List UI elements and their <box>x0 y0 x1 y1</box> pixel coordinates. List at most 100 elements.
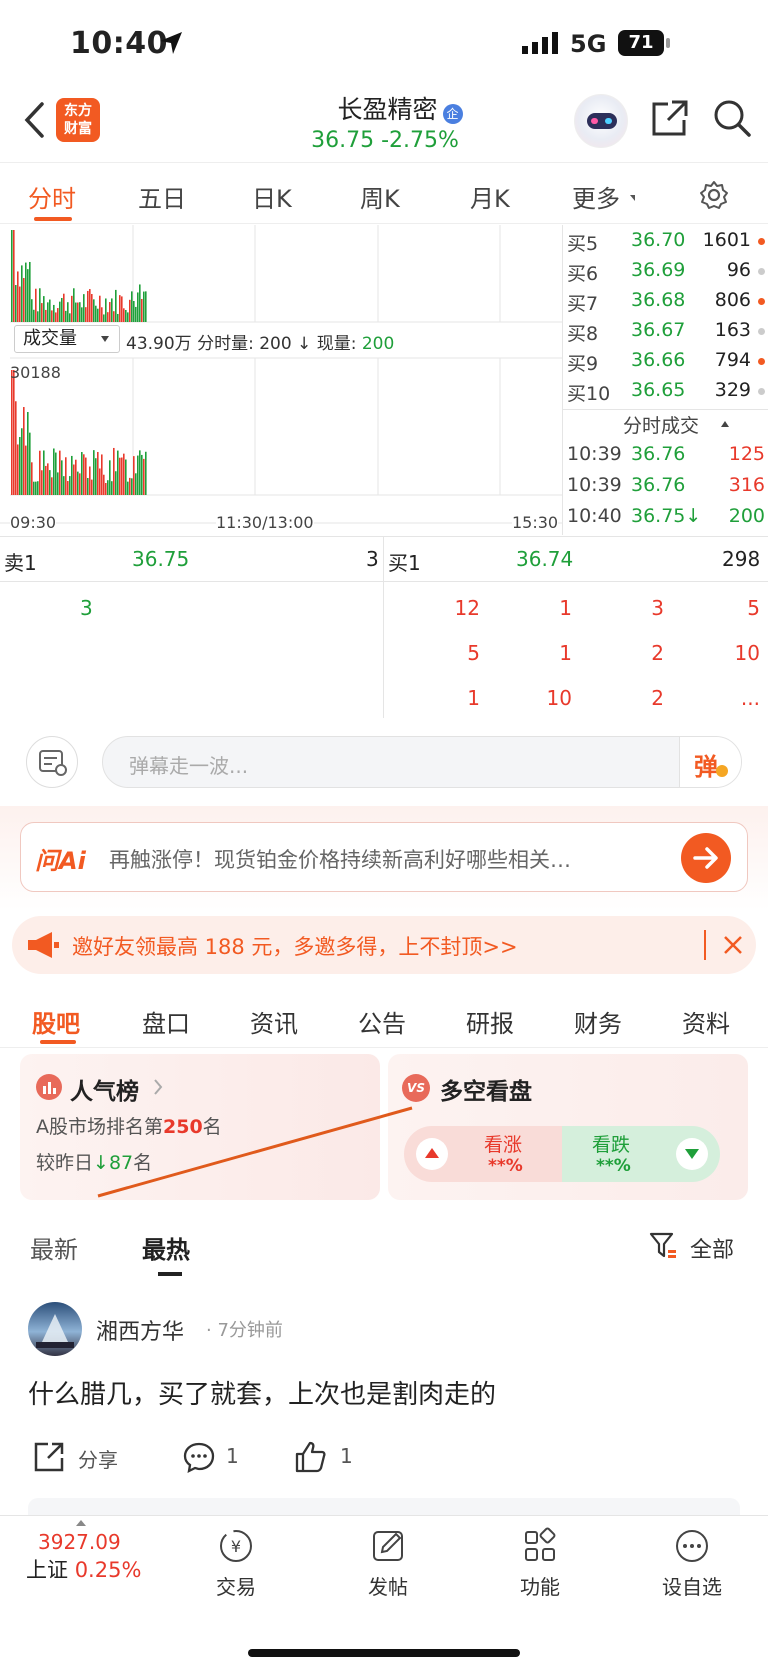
volume-bar <box>23 278 25 322</box>
tab-finance[interactable]: 财务 <box>574 1004 622 1039</box>
volume-bar <box>87 290 89 322</box>
volume-bar <box>141 298 143 322</box>
tab-research[interactable]: 研报 <box>466 1004 514 1039</box>
queue-buy-item: 2 <box>651 641 664 665</box>
volume-bar <box>61 460 63 495</box>
dot-icon <box>758 238 765 245</box>
volume-bar <box>59 450 61 495</box>
bid-label: 买8 <box>567 323 599 345</box>
volume-bar <box>133 456 135 495</box>
volume-bar <box>95 458 97 495</box>
volume-bar <box>89 289 91 322</box>
best-quote: 卖1 36.75 3 买1 36.74 298 <box>0 536 768 583</box>
volume-bar <box>13 230 15 322</box>
nav-post[interactable]: 发帖 <box>338 1526 438 1600</box>
x-label-midday: 11:30/13:00 <box>216 513 314 532</box>
share-label[interactable]: 分享 <box>78 1444 118 1473</box>
danmu-send-button[interactable]: 弹 <box>679 737 741 787</box>
arrow-right-icon[interactable] <box>681 833 731 883</box>
volume-bar <box>81 307 83 322</box>
network-type: 5G <box>570 30 607 58</box>
volume-bar <box>37 311 39 322</box>
tab-pankou[interactable]: 盘口 <box>142 1004 190 1039</box>
tab-news[interactable]: 资讯 <box>250 1004 298 1039</box>
tab-announcements[interactable]: 公告 <box>358 1004 406 1039</box>
settings-gear-icon[interactable] <box>698 179 730 211</box>
tab-latest[interactable]: 最新 <box>30 1230 78 1265</box>
volume-bar <box>129 477 131 495</box>
post-item[interactable]: 湘西方华 · 7分钟前 什么腊几，买了就套，上次也是割肉走的 分享 1 1 <box>0 1290 768 1518</box>
tab-profile[interactable]: 资料 <box>682 1004 730 1039</box>
dot-icon <box>758 268 765 275</box>
close-icon[interactable] <box>722 934 744 956</box>
post-author[interactable]: 湘西方华 <box>96 1314 184 1346</box>
intraday-chart[interactable]: 成交量 43.90万 分时量: 200 ↓ 现量: 200 30188 09:3… <box>0 225 562 535</box>
filter-label[interactable]: 全部 <box>690 1232 734 1264</box>
like-icon[interactable] <box>294 1440 328 1474</box>
tick-volume: 125 <box>728 443 765 465</box>
volume-max-label: 30188 <box>10 363 61 382</box>
post-content[interactable]: 什么腊几，买了就套，上次也是割肉走的 <box>28 1374 496 1411</box>
volume-bar <box>121 457 123 495</box>
volume-bar <box>15 401 17 495</box>
index-name: 上证 <box>26 1558 68 1582</box>
brand-logo[interactable]: 东方 财富 <box>56 98 100 142</box>
tab-daily-k[interactable]: 日K <box>252 179 292 214</box>
tab-monthly-k[interactable]: 月K <box>470 179 510 214</box>
volume-bar <box>31 462 33 495</box>
volume-bar <box>55 312 57 322</box>
volume-bar <box>27 269 29 322</box>
ticks-header[interactable]: 分时成交 <box>623 411 699 438</box>
status-time: 10:40 <box>70 26 168 61</box>
nav-functions[interactable]: 功能 <box>490 1526 590 1600</box>
back-icon[interactable] <box>22 100 46 140</box>
bid-volume: 806 <box>714 289 751 311</box>
avatar[interactable] <box>28 1302 82 1356</box>
share-icon[interactable] <box>650 98 690 138</box>
danmu-input[interactable]: 弹幕走一波... 弹 <box>102 736 742 788</box>
chart-canvas <box>0 225 562 524</box>
volume-bar <box>29 261 31 322</box>
ai-robot-icon[interactable] <box>574 94 628 148</box>
news-tab-indicator <box>40 1040 76 1044</box>
sell1-label: 卖1 <box>4 551 37 575</box>
bid-volume: 96 <box>726 259 751 281</box>
volume-bar <box>47 463 49 495</box>
tab-five-day[interactable]: 五日 <box>138 179 186 214</box>
volume-bar <box>67 481 69 495</box>
volume-bar <box>97 451 99 495</box>
more-caret-icon <box>630 195 635 201</box>
home-indicator <box>248 1649 520 1657</box>
tab-weekly-k[interactable]: 周K <box>360 179 400 214</box>
nav-trade[interactable]: ¥ 交易 <box>186 1526 286 1600</box>
invite-banner[interactable]: 邀好友领最高 188 元，多邀多得，上不封顶>> <box>12 916 756 974</box>
tab-guba[interactable]: 股吧 <box>32 1004 80 1039</box>
expand-icon <box>76 1520 86 1526</box>
tab-indicator <box>34 217 72 221</box>
ask-ai-bar[interactable]: 问Ai 再触涨停！现货铂金价格持续新高利好哪些相关… <box>20 822 748 892</box>
stock-price: 36.75 <box>311 128 375 153</box>
danmu-settings-icon[interactable] <box>26 736 78 788</box>
bid-volume: 794 <box>714 349 751 371</box>
volume-bar <box>37 481 39 495</box>
status-bar: 10:40 5G 71 <box>0 0 768 90</box>
tab-intraday[interactable]: 分时 <box>28 179 76 214</box>
search-icon[interactable] <box>712 98 752 138</box>
tick-row: 10:39 36.76 316 <box>563 470 768 502</box>
x-label-close: 15:30 <box>512 513 559 532</box>
tab-more[interactable]: 更多 <box>572 179 620 214</box>
filter-icon[interactable] <box>648 1230 678 1262</box>
volume-bar <box>45 309 47 322</box>
index-ticker[interactable]: 3927.09 上证 0.25% <box>26 1530 166 1584</box>
edit-icon <box>373 1531 403 1561</box>
volume-selector[interactable]: 成交量 <box>14 325 120 353</box>
nav-watchlist[interactable]: 设自选 <box>642 1526 742 1600</box>
nav-watchlist-label: 设自选 <box>662 1575 722 1599</box>
comment-icon[interactable] <box>182 1440 216 1474</box>
tab-hottest[interactable]: 最热 <box>142 1230 190 1265</box>
share-icon[interactable] <box>32 1440 66 1474</box>
index-change: 0.25% <box>74 1558 142 1582</box>
bid-price: 36.65 <box>631 379 686 401</box>
volume-bar <box>51 310 53 322</box>
queue-buy-item: ... <box>740 686 760 710</box>
